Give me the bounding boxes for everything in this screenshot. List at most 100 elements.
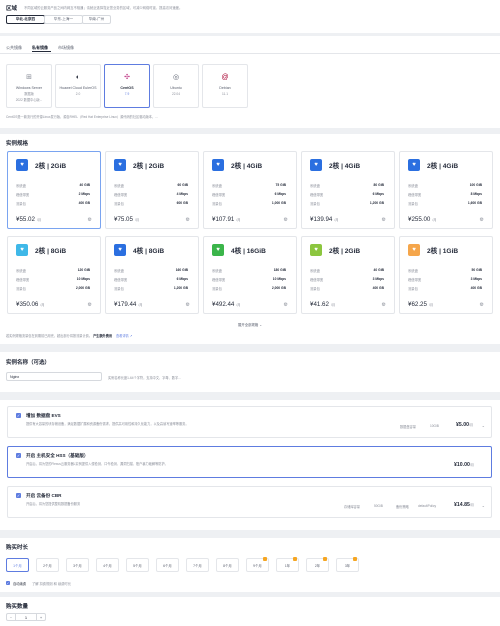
checkbox-hss[interactable]: ✓	[16, 453, 21, 458]
addon-cbr[interactable]: ✓ 开启 云备份 CBR 开启后，将为您提供整机数据备份服务 存储库容量 50G…	[7, 486, 492, 518]
auto-renew-label: 自动续费	[13, 582, 27, 586]
duration-option[interactable]: 9个月	[246, 557, 269, 572]
gear-icon[interactable]: ⚙	[284, 302, 288, 308]
spec-card[interactable]: ♥ 4核 | 16GiB 系统盘 180 GiB 峰值带宽 10 Mbps 流量包 2,000…	[203, 236, 297, 314]
spec-row: 峰值带宽 6 Mbps	[310, 192, 384, 197]
region-option[interactable]: 华北-北京四	[6, 15, 45, 24]
spec-traffic: 400 GB	[372, 286, 384, 290]
shield-icon: ♥	[310, 159, 322, 171]
os-version: 2022 数据中心版...	[15, 98, 43, 102]
tab-market-image[interactable]: 市场镜像	[58, 45, 74, 51]
gear-icon[interactable]: ⚙	[480, 302, 484, 308]
addon-price-value: ¥10.00	[454, 462, 470, 468]
specs-footer-link[interactable]: 查看详情	[116, 334, 129, 338]
os-card-windows[interactable]: ⊞ Windows Server 数据版 2022 数据中心版...	[6, 64, 52, 108]
spec-card[interactable]: ♥ 2核 | 4GiB 系统盘 75 GiB 峰值带宽 6 Mbps 流量包 1,000 GB…	[203, 151, 297, 229]
duration-option[interactable]: 3个月	[66, 558, 89, 572]
spec-key: 流量包	[310, 287, 320, 291]
spec-name: 2核 | 2GiB	[35, 163, 67, 170]
tab-divider	[0, 53, 500, 54]
gear-icon[interactable]: ⚙	[186, 217, 190, 223]
spec-card[interactable]: ♥ 2核 | 2GiB 系统盘 60 GiB 峰值带宽 4 Mbps 流量包 600 GB ¥7…	[105, 151, 199, 229]
checkbox-evs[interactable]: ✓	[16, 413, 21, 418]
expand-specs-link[interactable]: 展开全部规格 ⌄	[0, 322, 500, 327]
shield-icon: ♥	[16, 244, 28, 256]
gear-icon[interactable]: ⚙	[88, 217, 92, 223]
duration-option[interactable]: 7个月	[186, 558, 209, 572]
spec-key: 流量包	[114, 287, 124, 291]
gear-icon[interactable]: ⚙	[88, 302, 92, 308]
auto-renew-link[interactable]: 了解 扣费规则 和 续费时长	[32, 581, 71, 586]
auto-renew-checkbox[interactable]: ✓	[6, 581, 10, 585]
chevron-down-icon[interactable]: ⌄	[482, 503, 485, 508]
tab-public-image[interactable]: 公共镜像	[6, 45, 22, 51]
os-card-centos[interactable]: ✣ CentOS 7.9	[104, 64, 150, 108]
gear-icon[interactable]: ⚙	[382, 217, 386, 223]
spec-row: 系统盘 120 GiB	[16, 268, 90, 273]
spec-price-value: ¥62.25	[408, 301, 427, 308]
spec-row: 流量包 400 GB	[310, 286, 384, 291]
plus-button[interactable]: +	[36, 614, 45, 620]
gear-icon[interactable]: ⚙	[186, 302, 190, 308]
duration-option[interactable]: 8个月	[216, 558, 239, 572]
spec-key: 流量包	[408, 287, 418, 291]
region-option[interactable]: 华东-上海一	[44, 15, 83, 24]
spec-card[interactable]: ♥ 2核 | 8GiB 系统盘 120 GiB 峰值带宽 10 Mbps 流量包 2,000 …	[7, 236, 101, 314]
os-card-euleros[interactable]: ◐ Huawei Cloud EulerOS 2.0	[55, 64, 101, 108]
gear-icon[interactable]: ⚙	[284, 217, 288, 223]
spec-row: 系统盘 40 GiB	[310, 268, 384, 273]
spec-name: 2核 | 2GiB	[329, 248, 361, 255]
spec-name: 4核 | 8GiB	[133, 248, 165, 255]
gear-icon[interactable]: ⚙	[480, 217, 484, 223]
duration-option[interactable]: 6个月	[156, 558, 179, 572]
duration-option[interactable]: 5个月	[126, 558, 149, 572]
spec-card[interactable]: ♥ 2核 | 2GiB 系统盘 40 GiB 峰值带宽 2 Mbps 流量包 400 GB ¥5…	[7, 151, 101, 229]
duration-option[interactable]: 3年	[336, 557, 359, 572]
checkbox-cbr[interactable]: ✓	[16, 493, 21, 498]
os-version: 22.04	[172, 92, 180, 96]
minus-button[interactable]: −	[7, 614, 16, 620]
os-card-debian[interactable]: @ Debian 11.1	[202, 64, 248, 108]
duration-option[interactable]: 2年	[306, 557, 329, 572]
duration-option[interactable]: 1年	[276, 557, 299, 572]
spec-card[interactable]: ♥ 2核 | 2GiB 系统盘 40 GiB 峰值带宽 3 Mbps 流量包 400 GB ¥4…	[301, 236, 395, 314]
spec-bandwidth: 4 Mbps	[176, 192, 188, 196]
spec-disk: 160 GiB	[175, 268, 188, 272]
spec-row: 流量包 1,000 GB	[212, 201, 286, 206]
spec-key: 流量包	[212, 287, 222, 291]
spec-name: 2核 | 4GiB	[231, 163, 263, 170]
spec-card[interactable]: ♥ 2核 | 4GiB 系统盘 100 GiB 峰值带宽 8 Mbps 流量包 1,600 G…	[399, 151, 493, 229]
duration-label: 3个月	[73, 563, 82, 568]
spec-row: 峰值带宽 4 Mbps	[114, 192, 188, 197]
os-name: Windows Server	[15, 86, 43, 90]
duration-option[interactable]: 1个月	[6, 558, 29, 572]
addon-hss[interactable]: ✓ 开启 主机安全 HSS（基础版） 开启后，将为您的Flexus云服务器L实例…	[7, 446, 492, 478]
duration-option[interactable]: 2个月	[36, 558, 59, 572]
chevron-down-icon[interactable]: ⌄	[482, 423, 485, 428]
spec-price: ¥179.44/月	[114, 301, 143, 308]
spec-card[interactable]: ♥ 2核 | 1GiB 系统盘 50 GiB 峰值带宽 3 Mbps 流量包 400 GB ¥6…	[399, 236, 493, 314]
addon-title: 增加 数据盘 EVS	[26, 413, 61, 418]
duration-label: 3年	[344, 563, 351, 568]
spec-price-unit: /月	[40, 303, 45, 307]
gear-icon[interactable]: ⚙	[382, 302, 386, 308]
os-card-ubuntu[interactable]: ◎ Ubuntu 22.04	[153, 64, 199, 108]
spec-traffic: 1,200 GB	[173, 286, 188, 290]
os-name: Ubuntu	[170, 86, 182, 90]
region-option[interactable]: 华南-广州	[82, 15, 111, 24]
os-sub: 数据版	[24, 92, 34, 96]
os-version: 11.1	[222, 92, 228, 96]
spec-card[interactable]: ♥ 4核 | 8GiB 系统盘 160 GiB 峰值带宽 6 Mbps 流量包 1,200 G…	[105, 236, 199, 314]
spec-row: 峰值带宽 3 Mbps	[310, 277, 384, 282]
instance-name-input[interactable]	[6, 372, 102, 381]
expand-label: 展开全部规格	[237, 323, 259, 327]
addon-evs[interactable]: ✓ 增加 数据盘 EVS 提供有大容量的块存储设备，满足数据扩展和资源备份需求，…	[7, 406, 492, 438]
spec-key: 系统盘	[310, 269, 320, 273]
quantity-value[interactable]: 1	[16, 614, 36, 620]
spec-row: 流量包 400 GB	[16, 201, 90, 206]
addon-value: 50GiB	[374, 504, 383, 508]
addon-key: 数据盘容量	[400, 425, 416, 429]
duration-option[interactable]: 4个月	[96, 558, 119, 572]
quantity-stepper: − 1 +	[6, 613, 46, 621]
spec-card[interactable]: ♥ 2核 | 4GiB 系统盘 80 GiB 峰值带宽 6 Mbps 流量包 1,200 GB…	[301, 151, 395, 229]
